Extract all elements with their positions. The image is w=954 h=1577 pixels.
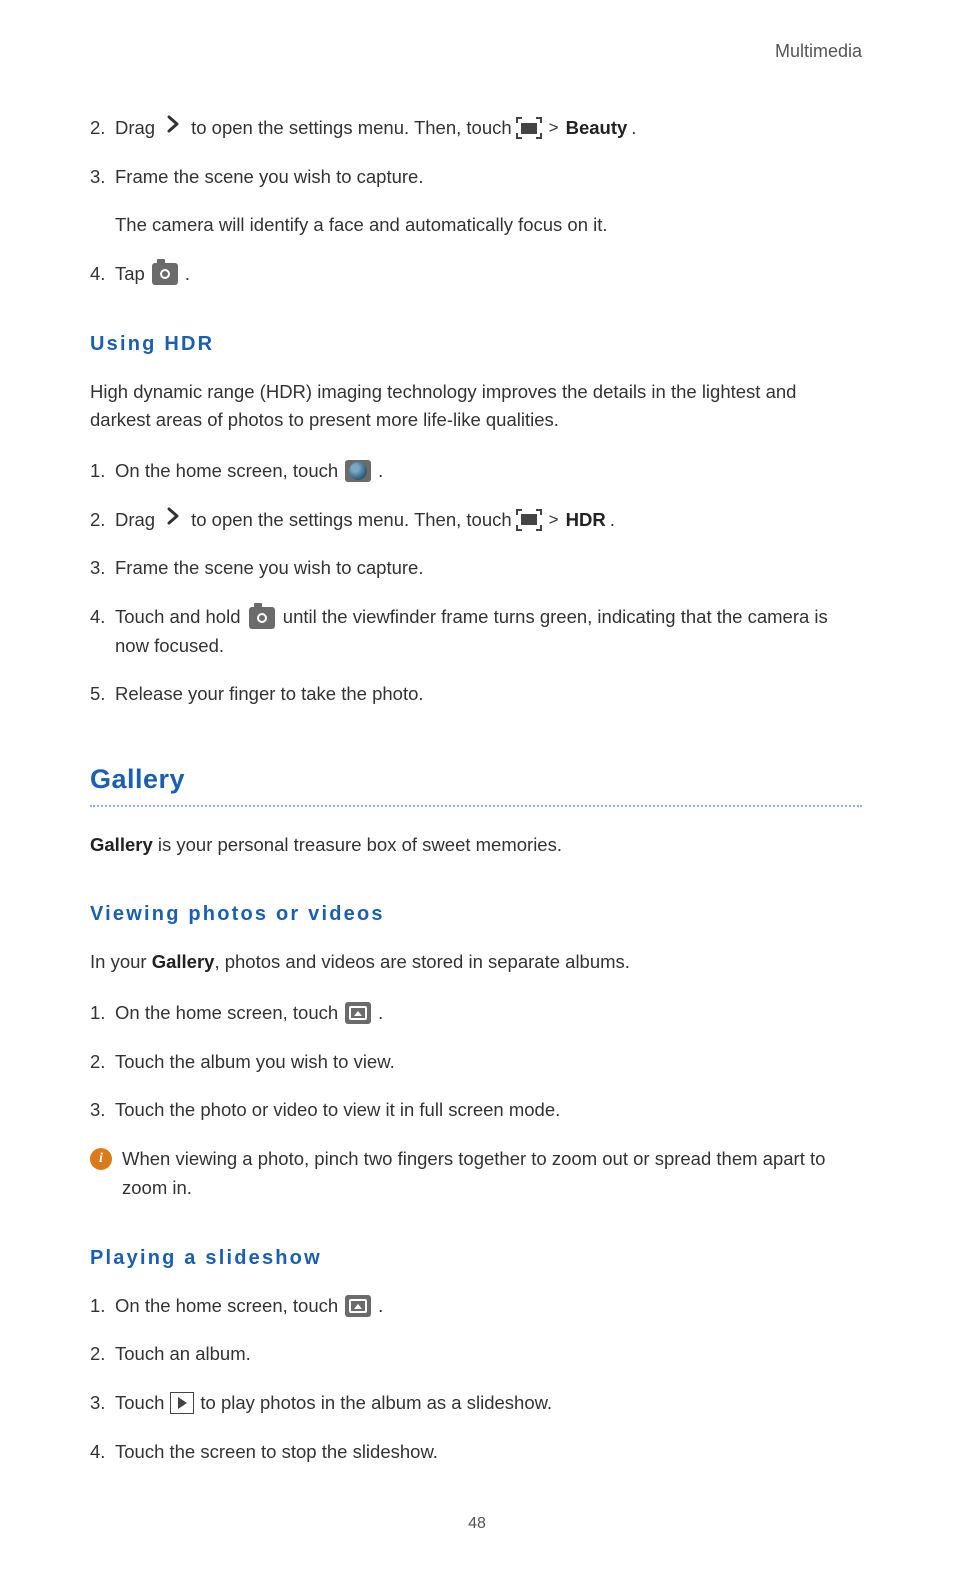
step-number: 4.: [90, 260, 115, 289]
beauty-step-2: 2. Drag to open the settings menu. Then,…: [90, 114, 862, 143]
viewing-step-2: 2. Touch the album you wish to view.: [90, 1048, 862, 1077]
hdr-step-1: 1. On the home screen, touch .: [90, 457, 862, 486]
slideshow-step-1: 1. On the home screen, touch .: [90, 1292, 862, 1321]
step-text: Touch the photo or video to view it in f…: [115, 1096, 862, 1125]
gallery-app-icon: [345, 1002, 371, 1024]
step-number: 3.: [90, 1389, 115, 1418]
camera-shutter-icon: [152, 263, 178, 285]
viewing-pre: In your: [90, 951, 152, 972]
slideshow-step-4: 4. Touch the screen to stop the slidesho…: [90, 1438, 862, 1467]
gallery-app-icon: [345, 1295, 371, 1317]
hdr-step-5: 5. Release your finger to take the photo…: [90, 680, 862, 709]
gallery-intro: Gallery is your personal treasure box of…: [90, 831, 862, 860]
step-text: to open the settings menu. Then, touch: [191, 506, 512, 535]
gt-icon: >: [549, 115, 559, 141]
divider: [90, 805, 862, 807]
beauty-step-3: 3. Frame the scene you wish to capture.: [90, 163, 862, 192]
step-text: Touch an album.: [115, 1340, 862, 1369]
step-text: to play photos in the album as a slidesh…: [200, 1389, 552, 1418]
step-text: On the home screen, touch: [115, 999, 338, 1028]
period: .: [185, 260, 190, 289]
camera-shutter-icon: [249, 607, 275, 629]
beauty-step-3-sub: The camera will identify a face and auto…: [115, 211, 862, 240]
step-text: Touch the album you wish to view.: [115, 1048, 862, 1077]
gt-icon: >: [549, 507, 559, 533]
aspect-ratio-icon: [516, 509, 542, 531]
slideshow-step-2: 2. Touch an album.: [90, 1340, 862, 1369]
period: .: [378, 1292, 383, 1321]
beauty-step-4: 4. Tap .: [90, 260, 862, 289]
gallery-rest: is your personal treasure box of sweet m…: [153, 834, 562, 855]
period: .: [378, 457, 383, 486]
step-text: Touch and hold: [115, 606, 241, 627]
camera-app-icon: [345, 460, 371, 482]
viewing-intro: In your Gallery, photos and videos are s…: [90, 948, 862, 977]
heading-gallery: Gallery: [90, 759, 862, 801]
step-text: to open the settings menu. Then, touch: [191, 114, 512, 143]
viewing-post: , photos and videos are stored in separa…: [214, 951, 629, 972]
step-text: Frame the scene you wish to capture.: [115, 554, 862, 583]
step-text: Tap: [115, 260, 145, 289]
tip-text: When viewing a photo, pinch two fingers …: [122, 1145, 862, 1202]
step-number: 5.: [90, 680, 115, 709]
step-number: 4.: [90, 1438, 115, 1467]
viewing-bold: Gallery: [152, 951, 215, 972]
chevron-right-icon: [165, 114, 181, 143]
step-text: Touch: [115, 1389, 164, 1418]
play-icon: [170, 1392, 194, 1414]
period: .: [610, 506, 615, 535]
step-number: 1.: [90, 457, 115, 486]
step-number: 1.: [90, 1292, 115, 1321]
step-text: On the home screen, touch: [115, 1292, 338, 1321]
viewing-step-3: 3. Touch the photo or video to view it i…: [90, 1096, 862, 1125]
step-number: 2.: [90, 1340, 115, 1369]
step-number: 3.: [90, 163, 115, 192]
step-text: On the home screen, touch: [115, 457, 338, 486]
hdr-step-2: 2. Drag to open the settings menu. Then,…: [90, 506, 862, 535]
gallery-word: Gallery: [90, 834, 153, 855]
page-header: Multimedia: [90, 38, 862, 66]
step-number: 2.: [90, 114, 115, 143]
heading-hdr: Using HDR: [90, 329, 862, 360]
hdr-step-4: 4. Touch and hold until the viewfinder f…: [90, 603, 862, 660]
viewing-step-1: 1. On the home screen, touch .: [90, 999, 862, 1028]
page-number: 48: [0, 1512, 954, 1537]
step-number: 3.: [90, 554, 115, 583]
period: .: [631, 114, 636, 143]
hdr-step-3: 3. Frame the scene you wish to capture.: [90, 554, 862, 583]
step-text: Drag: [115, 506, 155, 535]
hdr-intro: High dynamic range (HDR) imaging technol…: [90, 378, 862, 435]
step-number: 4.: [90, 603, 115, 632]
tip-row: i When viewing a photo, pinch two finger…: [90, 1145, 862, 1202]
mode-name: Beauty: [566, 114, 628, 143]
step-number: 2.: [90, 1048, 115, 1077]
step-number: 1.: [90, 999, 115, 1028]
step-text: Release your finger to take the photo.: [115, 680, 862, 709]
heading-viewing: Viewing photos or videos: [90, 899, 862, 930]
slideshow-step-3: 3. Touch to play photos in the album as …: [90, 1389, 862, 1418]
step-number: 2.: [90, 506, 115, 535]
period: .: [378, 999, 383, 1028]
step-number: 3.: [90, 1096, 115, 1125]
info-icon: i: [90, 1148, 112, 1170]
chevron-right-icon: [165, 506, 181, 535]
mode-name: HDR: [566, 506, 606, 535]
step-text: Frame the scene you wish to capture.: [115, 163, 862, 192]
step-text: Drag: [115, 114, 155, 143]
aspect-ratio-icon: [516, 117, 542, 139]
step-text: Touch the screen to stop the slideshow.: [115, 1438, 862, 1467]
heading-slideshow: Playing a slideshow: [90, 1243, 862, 1274]
